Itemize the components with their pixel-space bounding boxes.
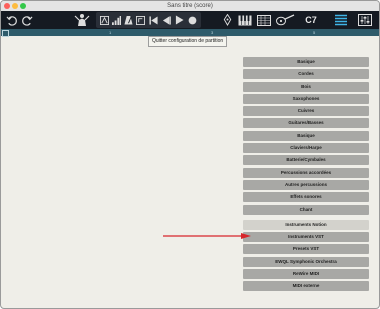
pen-tool-button[interactable] [220,11,234,29]
menu-item-claviers-harpe[interactable]: Claviers/Harpe [243,143,369,154]
fretboard-button[interactable] [256,11,272,29]
menu-item-cuivres[interactable]: Cuivres [243,106,369,117]
menu-item-rewire-midi[interactable]: ReWire MIDI [243,269,369,280]
pointer-arrow-icon [163,233,251,239]
menu-item-ewql-symphonic-orchestra[interactable]: EWQL Symphonic Orchestra [243,256,369,267]
ruler-marker-icon [2,30,9,37]
rewind-icon [149,15,158,25]
menu-item-instruments-notion[interactable]: Instruments Notion [243,219,369,230]
menu-item-chant[interactable]: Chant [243,204,369,215]
menu-item-percussions-accordees[interactable]: Percussions accordées [243,167,369,178]
list-icon [335,14,347,26]
measure-ruler[interactable]: 1 3 5 [1,29,379,37]
menu-item-instruments-vst[interactable]: Instruments VST [243,232,369,243]
ruler-mark: 1 [109,30,112,35]
redo-button[interactable] [20,11,34,29]
menu-item-midi-externe[interactable]: MIDI externe [243,281,369,292]
menu-item-basique[interactable]: Basique [243,57,369,67]
redo-icon [21,15,32,26]
title-bar: Sans titre (score) [1,1,379,11]
instrument-list-button[interactable] [332,11,350,29]
keyboard-button[interactable] [237,11,253,29]
mixer-button[interactable] [111,11,122,29]
chord-symbol[interactable]: C7 [300,11,322,29]
step-back-icon [162,15,171,25]
tooltip: Quitter configuration de partition [148,36,228,47]
score-view-button[interactable] [99,11,110,29]
score-view-icon [100,15,109,25]
menu-item-effets-sonores[interactable]: Effets sonores [243,192,369,203]
window-title: Sans titre (score) [167,3,213,9]
menu-item-batterie-cymbales[interactable]: Batterie/Cymbales [243,155,369,166]
menu-item-guitares-basses[interactable]: Guitares/Basses [243,118,369,129]
record-icon [188,16,197,24]
play-button[interactable] [174,11,185,29]
record-button[interactable] [187,11,198,29]
rewind-button[interactable] [148,11,159,29]
undo-button[interactable] [4,11,18,29]
pen-icon [223,14,231,26]
count-in-button[interactable] [135,11,146,29]
menu-item-bois[interactable]: Bois [243,81,369,92]
play-icon [175,15,184,25]
settings-sliders-button[interactable] [356,11,374,29]
step-back-button[interactable] [161,11,172,29]
metronome-icon [124,15,133,25]
ruler-mark: 3 [211,30,214,35]
mixer-icon [112,15,121,25]
conductor-button[interactable] [72,11,92,29]
menu-item-presets-vst[interactable]: Presets VST [243,244,369,255]
ruler-mark: 5 [313,30,316,35]
sliders-icon [358,14,372,26]
fretboard-icon [257,14,271,26]
guitar-button[interactable] [274,11,296,29]
conductor-icon [74,14,90,26]
metronome-button[interactable] [123,11,134,29]
undo-icon [6,15,17,26]
count-in-icon [136,15,145,25]
menu-item-saxophones[interactable]: Saxophones [243,93,369,104]
guitar-icon [276,14,295,26]
app-window: Sans titre (score) C7 1 3 5 Quitter conf… [0,0,380,309]
keyboard-icon [238,15,252,25]
menu-item-basique-2[interactable]: Basique [243,130,369,141]
main-toolbar: C7 [1,11,379,29]
menu-item-autres-percussions[interactable]: Autres percussions [243,179,369,190]
instrument-menu: Basique Cordes Bois Saxophones Cuivres G… [243,57,369,294]
menu-item-cordes[interactable]: Cordes [243,69,369,80]
